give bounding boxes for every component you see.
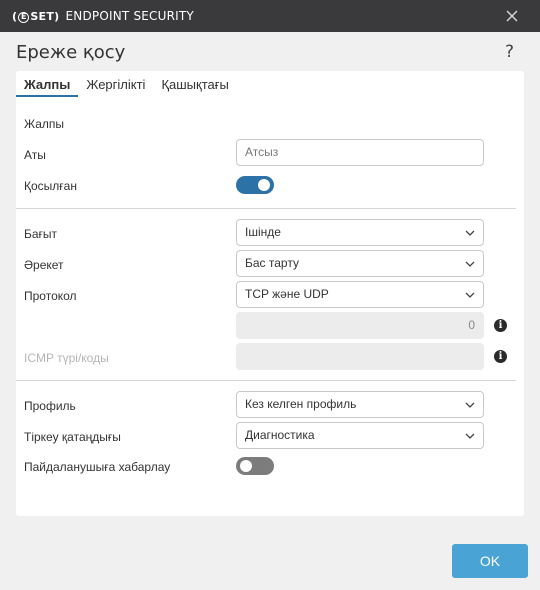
enabled-label: Қосылған [24, 179, 77, 193]
action-label: Әрекет [24, 258, 64, 272]
rule-panel: Жалпы Жергілікті Қашықтағы Жалпы Аты Қос… [16, 71, 524, 516]
protocol-select[interactable]: TCP және UDP [236, 281, 484, 308]
profile-select[interactable]: Кез келген профиль [236, 391, 484, 418]
logging-select[interactable]: Диагностика [236, 422, 484, 449]
profile-value: Кез келген профиль [245, 397, 357, 411]
direction-value: Ішінде [245, 225, 281, 239]
chevron-down-icon [465, 433, 475, 439]
chevron-down-icon [465, 292, 475, 298]
dialog-title: Ереже қосу [16, 42, 126, 63]
close-button[interactable] [504, 8, 520, 24]
tab-general[interactable]: Жалпы [16, 71, 79, 99]
direction-select[interactable]: Ішінде [236, 219, 484, 246]
action-select[interactable]: Бас тарту [236, 250, 484, 277]
tab-local[interactable]: Жергілікті [78, 71, 153, 99]
icmp-field [236, 343, 484, 370]
close-icon [506, 10, 518, 22]
enabled-toggle[interactable] [236, 176, 274, 194]
name-field[interactable] [236, 139, 484, 166]
divider [16, 208, 516, 209]
eset-logo: (E SET) [12, 9, 60, 23]
direction-label: Бағыт [24, 227, 58, 241]
profile-label: Профиль [24, 399, 76, 413]
tab-remote[interactable]: Қашықтағы [153, 71, 236, 99]
toggle-knob [258, 179, 270, 191]
info-icon[interactable]: i [494, 319, 507, 332]
icmp-label: ICMP түрі/коды [24, 351, 109, 365]
info-icon[interactable]: i [494, 350, 507, 363]
chevron-down-icon [465, 261, 475, 267]
section-general-label: Жалпы [24, 117, 65, 131]
protocol-number-field: 0 [236, 312, 484, 339]
chevron-down-icon [465, 230, 475, 236]
help-icon[interactable]: ? [505, 42, 514, 62]
name-input[interactable] [245, 140, 475, 165]
action-value: Бас тарту [245, 256, 299, 270]
divider [16, 380, 516, 381]
notify-label: Пайдаланушыға хабарлау [24, 460, 171, 474]
protocol-label: Протокол [24, 289, 77, 303]
logging-value: Диагностика [245, 428, 315, 442]
protocol-value: TCP және UDP [245, 287, 329, 301]
chevron-down-icon [465, 402, 475, 408]
name-label: Аты [24, 148, 46, 162]
logging-label: Тіркеу қатаңдығы [24, 430, 121, 444]
brand: (E SET) ENDPOINT SECURITY [12, 9, 194, 23]
toggle-knob [240, 460, 252, 472]
notify-toggle[interactable] [236, 457, 274, 475]
tab-bar: Жалпы Жергілікті Қашықтағы [16, 71, 237, 99]
ok-button[interactable]: OK [452, 544, 528, 578]
title-bar: (E SET) ENDPOINT SECURITY [0, 0, 540, 32]
product-name: ENDPOINT SECURITY [65, 9, 194, 23]
